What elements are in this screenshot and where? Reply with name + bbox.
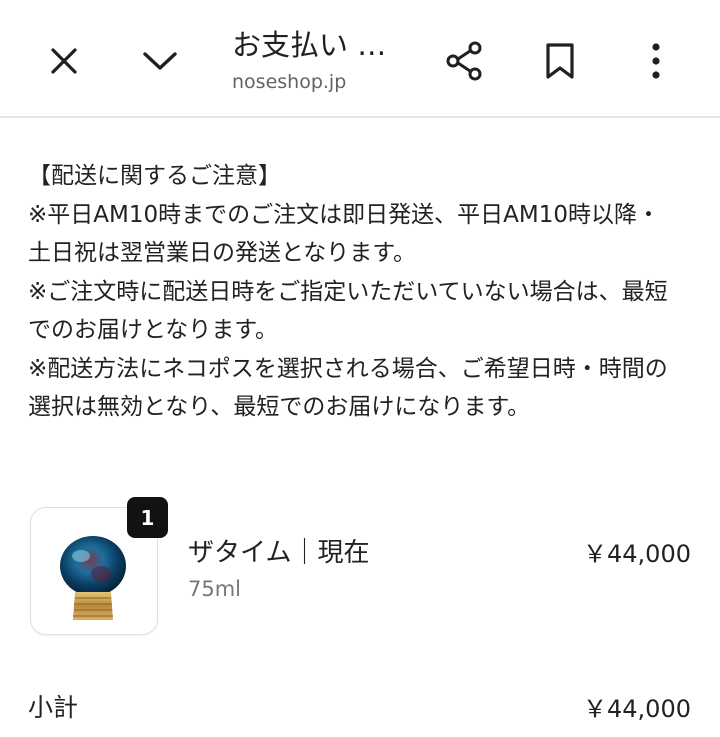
page-title-block[interactable]: お支払い … noseshop.jp xyxy=(232,26,422,94)
notice-line: 選択は無効となり、最短でのお届けになります。 xyxy=(28,394,531,420)
bookmark-button[interactable] xyxy=(528,29,592,93)
product-name: ザタイム｜現在 xyxy=(188,538,370,568)
notice-line: ※平日AM10時までのご注文は即日発送、平日AM10時以降・ xyxy=(28,201,660,228)
page-title: お支払い … xyxy=(232,28,387,62)
chevron-down-icon xyxy=(143,52,177,70)
more-vert-icon xyxy=(652,43,660,79)
close-icon xyxy=(51,48,77,74)
product-variant: 75ml xyxy=(188,577,242,601)
notice-heading: 【配送に関するご注意】 xyxy=(28,163,281,189)
close-button[interactable] xyxy=(32,29,96,93)
shipping-notice: 【配送に関するご注意】 ※平日AM10時までのご注文は即日発送、平日AM10時以… xyxy=(28,157,703,427)
subtotal-value: ￥44,000 xyxy=(583,695,691,723)
product-price: ￥44,000 xyxy=(583,540,691,568)
page-url: noseshop.jp xyxy=(232,71,347,93)
bookmark-icon xyxy=(546,43,574,79)
minimize-button[interactable] xyxy=(128,29,192,93)
quantity-badge: 1 xyxy=(127,497,168,538)
notice-line: ※ご注文時に配送日時をご指定いただいていない場合は、最短 xyxy=(28,278,668,305)
notice-line: 土日祝は翌営業日の発送となります。 xyxy=(28,240,417,266)
notice-line: ※配送方法にネコポスを選択される場合、ご希望日時・時間の xyxy=(28,355,668,382)
browser-toolbar: お支払い … noseshop.jp xyxy=(0,0,720,118)
notice-line: でのお届けとなります。 xyxy=(28,317,279,343)
share-icon xyxy=(446,41,482,81)
more-options-button[interactable] xyxy=(624,29,688,93)
subtotal-label: 小計 xyxy=(28,693,79,722)
share-button[interactable] xyxy=(432,29,496,93)
